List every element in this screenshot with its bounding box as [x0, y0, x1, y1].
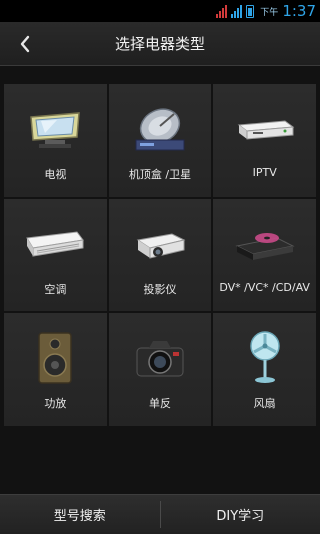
- device-label: 风扇: [253, 397, 276, 411]
- device-label: 投影仪: [143, 282, 177, 296]
- device-tile-projector[interactable]: 投影仪: [108, 198, 212, 312]
- device-label: 单反: [148, 397, 171, 411]
- status-time: 1:37: [282, 2, 316, 20]
- diy-learn-button[interactable]: DIY学习: [161, 495, 320, 534]
- dvd-player-icon: [235, 232, 295, 260]
- model-search-button[interactable]: 型号搜索: [0, 495, 160, 534]
- device-type-grid: 电视 机顶盒 /卫星 IPTV 空调 投影仪 DV* /VC* /CD/AV 功…: [4, 84, 316, 426]
- speaker-icon: [38, 332, 73, 385]
- tv-icon: [30, 112, 81, 148]
- page-title: 选择电器类型: [114, 35, 205, 53]
- status-ampm: 下午: [260, 7, 279, 18]
- device-tile-amplifier[interactable]: 功放: [4, 313, 107, 426]
- bottom-action-bar: 型号搜索 DIY学习: [0, 494, 320, 534]
- device-label: DV* /VC* /CD/AV: [219, 280, 310, 294]
- device-tile-dslr[interactable]: 单反: [108, 313, 212, 426]
- device-label: 空调: [44, 282, 67, 296]
- device-label: IPTV: [252, 166, 277, 179]
- device-tile-iptv[interactable]: IPTV: [213, 84, 316, 197]
- camera-icon: [136, 341, 184, 377]
- device-tile-dvd-player[interactable]: DV* /VC* /CD/AV: [213, 198, 316, 312]
- signal-icon: [216, 4, 228, 18]
- fan-icon: [249, 331, 280, 384]
- device-tile-air-conditioner[interactable]: 空调: [4, 198, 107, 312]
- device-tile-tv[interactable]: 电视: [4, 84, 107, 197]
- satellite-dish-icon: [135, 108, 185, 151]
- signal-icon: [231, 4, 243, 18]
- status-bar: 下午 1:37: [0, 0, 320, 22]
- device-label: 电视: [44, 168, 67, 181]
- projector-icon: [136, 233, 186, 259]
- device-tile-fan[interactable]: 风扇: [213, 313, 316, 426]
- device-label: 功放: [44, 397, 67, 411]
- iptv-box-icon: [237, 120, 295, 140]
- device-tile-settop-box[interactable]: 机顶盒 /卫星: [108, 84, 212, 197]
- battery-icon: [246, 4, 255, 18]
- air-conditioner-icon: [26, 231, 85, 257]
- title-bar: 选择电器类型: [0, 22, 320, 66]
- device-label: 机顶盒 /卫星: [128, 168, 192, 181]
